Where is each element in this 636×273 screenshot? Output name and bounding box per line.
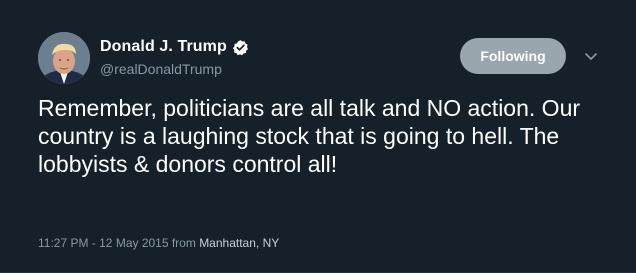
- tweet-metadata: 11:27 PM - 12 May 2015 from Manhattan, N…: [38, 236, 279, 250]
- chevron-down-icon[interactable]: [583, 49, 599, 63]
- user-handle[interactable]: @realDonaldTrump: [100, 61, 222, 77]
- profile-photo-icon: [38, 32, 90, 84]
- following-button[interactable]: Following: [460, 38, 566, 74]
- verified-badge-icon: [232, 39, 249, 56]
- tweet-text: Remember, politicians are all talk and N…: [38, 95, 581, 177]
- location-link[interactable]: Manhattan, NY: [199, 236, 279, 250]
- tweet-card: Donald J. Trump @realDonaldTrump Followi…: [0, 0, 636, 273]
- display-name[interactable]: Donald J. Trump: [100, 38, 227, 56]
- timestamp[interactable]: 11:27 PM - 12 May 2015 from: [38, 236, 199, 250]
- author-name-row[interactable]: Donald J. Trump: [100, 37, 249, 57]
- avatar[interactable]: [38, 32, 90, 84]
